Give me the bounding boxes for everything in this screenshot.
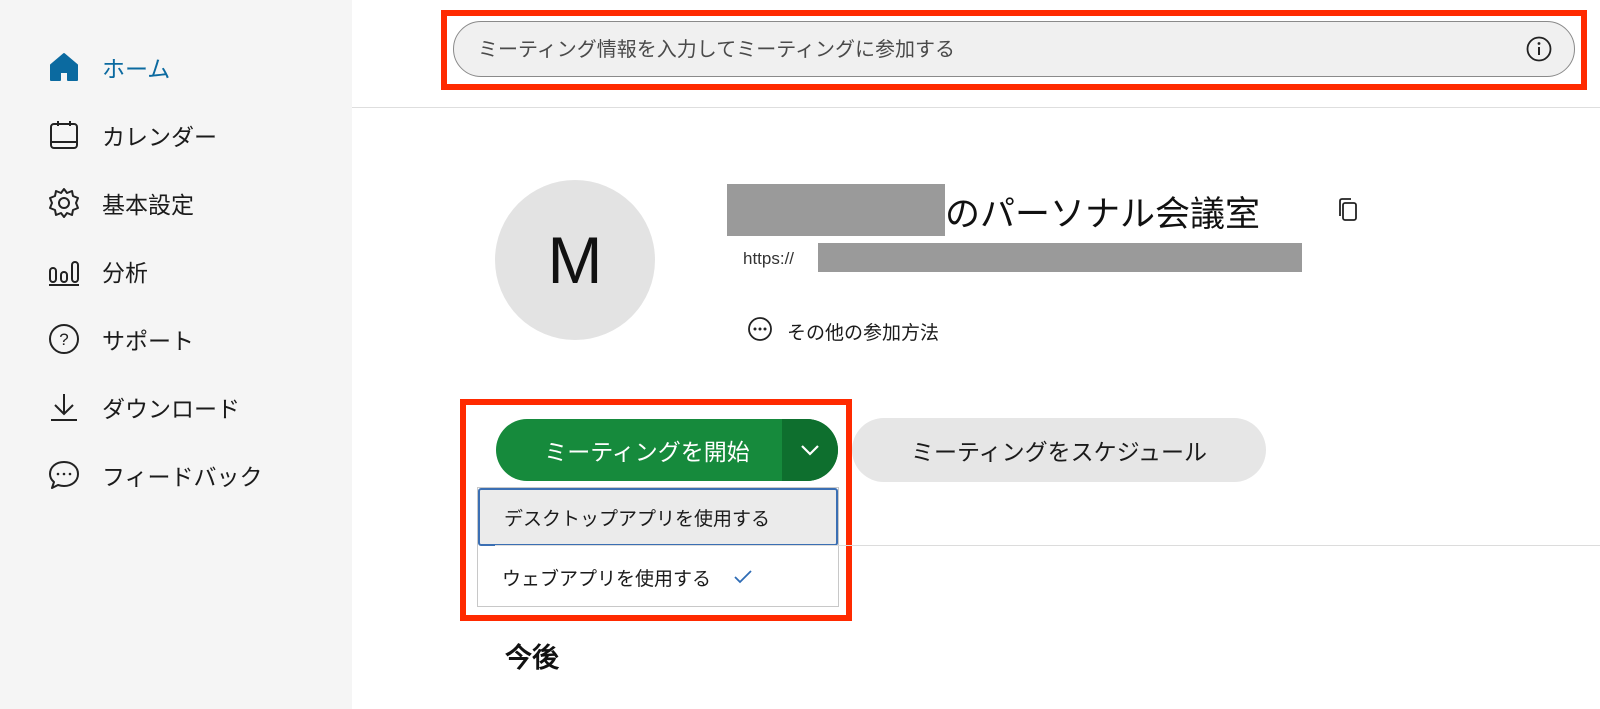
sidebar-item-feedback[interactable]: フィードバック	[46, 453, 263, 497]
sidebar-item-label: 基本設定	[102, 193, 194, 219]
sidebar: ホーム カレンダー 基本設定 分析 ? サポート ダウンロード フィードバック	[0, 0, 352, 709]
menu-item-label: ウェブアプリを使用する	[502, 567, 712, 590]
redacted-url	[818, 243, 1302, 272]
svg-text:?: ?	[59, 330, 68, 349]
section-heading-upcoming: 今後	[505, 643, 559, 674]
search-bar[interactable]	[453, 21, 1575, 77]
other-join-methods-label: その他の参加方法	[787, 321, 940, 344]
schedule-meeting-button[interactable]: ミーティングをスケジュール	[852, 418, 1266, 482]
download-icon	[46, 389, 82, 425]
sidebar-item-home[interactable]: ホーム	[46, 45, 170, 89]
sidebar-item-label: サポート	[102, 329, 194, 355]
sidebar-item-settings[interactable]: 基本設定	[46, 181, 194, 225]
meeting-url: https://	[743, 249, 795, 268]
other-join-methods-link[interactable]: その他の参加方法	[747, 313, 939, 349]
page-title: のパーソナル会議室	[945, 195, 1261, 235]
avatar: M	[495, 180, 655, 340]
sidebar-item-label: カレンダー	[102, 125, 217, 151]
calendar-icon	[46, 117, 82, 153]
help-icon: ?	[46, 321, 82, 357]
search-input[interactable]	[454, 21, 1524, 77]
check-icon	[733, 569, 753, 585]
divider	[495, 545, 1600, 546]
sidebar-item-label: ホーム	[102, 57, 171, 83]
gear-icon	[46, 185, 82, 221]
feedback-icon	[46, 457, 82, 493]
sidebar-item-label: 分析	[102, 261, 148, 287]
start-options-menu: デスクトップアプリを使用する ウェブアプリを使用する	[477, 487, 839, 607]
sidebar-item-label: フィードバック	[102, 465, 263, 491]
menu-item-desktop-app[interactable]: デスクトップアプリを使用する	[478, 488, 838, 546]
sidebar-item-label: ダウンロード	[102, 397, 240, 423]
start-meeting-button[interactable]: ミーティングを開始	[496, 419, 782, 481]
menu-item-web-app[interactable]: ウェブアプリを使用する	[478, 548, 838, 606]
sidebar-item-support[interactable]: ? サポート	[46, 317, 194, 361]
sidebar-item-analytics[interactable]: 分析	[46, 249, 148, 293]
more-options-icon	[747, 316, 773, 346]
redacted-name	[727, 184, 945, 236]
home-icon	[46, 49, 82, 85]
analytics-icon	[46, 253, 82, 289]
menu-item-label: デスクトップアプリを使用する	[504, 507, 771, 530]
sidebar-item-calendar[interactable]: カレンダー	[46, 113, 217, 157]
sidebar-item-download[interactable]: ダウンロード	[46, 385, 240, 429]
copy-icon[interactable]	[1335, 196, 1361, 224]
start-meeting-split-button: ミーティングを開始	[496, 419, 838, 481]
info-icon[interactable]	[1524, 34, 1554, 64]
